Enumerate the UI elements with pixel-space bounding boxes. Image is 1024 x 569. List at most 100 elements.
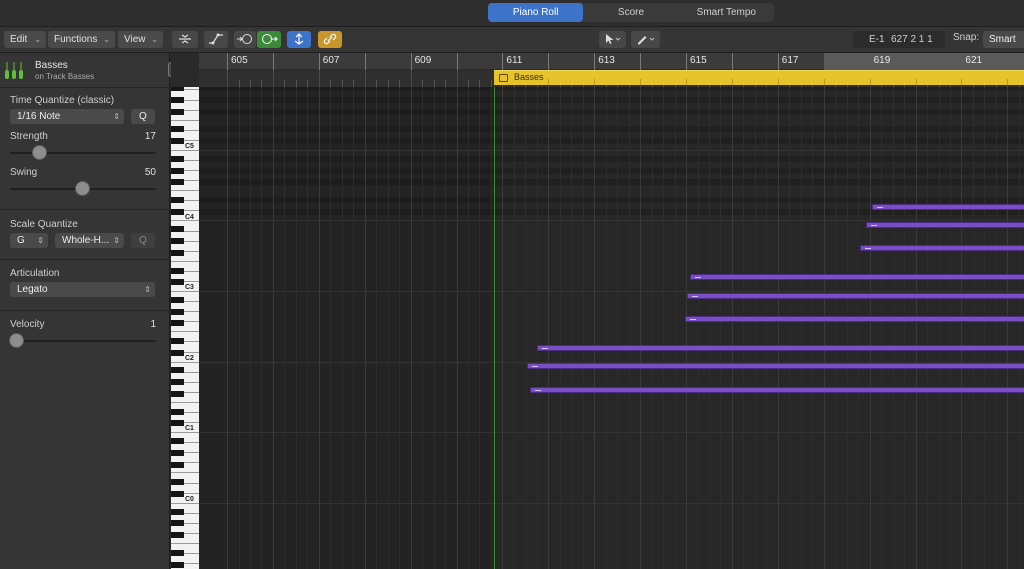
black-key[interactable] [171,208,184,215]
black-key[interactable] [171,279,184,286]
note-grid[interactable] [199,87,1024,569]
black-key[interactable] [171,296,184,303]
white-key-edge [171,331,199,333]
tab-score[interactable]: Score [583,3,678,22]
black-key[interactable] [171,196,184,203]
black-key[interactable] [171,108,184,115]
collapse-button[interactable] [172,31,198,48]
midi-note[interactable] [690,274,1024,280]
black-key[interactable] [171,308,184,315]
black-key[interactable] [171,408,184,415]
black-key[interactable] [171,449,184,456]
swing-slider-knob[interactable] [75,181,90,196]
beat-gridline [789,87,791,569]
black-key[interactable] [171,226,184,233]
black-key[interactable] [171,338,184,344]
midi-note[interactable] [687,293,1024,299]
midi-note[interactable] [685,316,1024,322]
midi-in-button[interactable] [234,31,256,48]
black-key[interactable] [171,479,184,486]
track-name: Basses [35,60,68,71]
region-bar-tick [548,79,550,85]
black-key[interactable] [171,179,184,186]
black-key[interactable] [171,267,184,274]
black-key[interactable] [171,155,184,162]
black-key[interactable] [171,561,184,568]
region-loop-icon [499,74,508,82]
midi-note[interactable] [530,387,1024,393]
black-key-row [199,196,1024,203]
beat-gridline [708,87,710,569]
pencil-tool-menu[interactable] [631,31,660,48]
tab-smart-tempo[interactable]: Smart Tempo [679,3,774,22]
midi-note[interactable] [860,245,1024,251]
black-key[interactable] [171,367,184,374]
octave-line [199,502,1024,504]
catch-playhead-button[interactable] [287,31,311,48]
black-key[interactable] [171,126,184,133]
beat-gridline [697,87,699,569]
note-velocity-mark [865,248,871,249]
black-key-row [199,108,1024,115]
strength-slider-knob[interactable] [32,145,47,160]
white-key-edge [171,361,199,363]
beat-gridline [250,87,251,569]
black-key[interactable] [171,349,184,356]
black-key[interactable] [171,532,184,539]
black-key[interactable] [171,138,184,145]
black-key-row [199,97,1024,103]
swing-label: Swing [10,167,38,178]
scale-type-select[interactable]: Whole-H... ⇕ [55,233,124,248]
black-key[interactable] [171,391,184,397]
black-key[interactable] [171,167,184,174]
black-key[interactable] [171,320,184,327]
automation-button[interactable] [204,31,228,48]
functions-menu[interactable]: Functions ⌄ [48,31,115,48]
midi-note[interactable] [537,345,1024,351]
ruler-bar-tick [410,53,412,70]
articulation-select[interactable]: Legato ⇕ [10,282,155,297]
black-key[interactable] [171,508,184,515]
bar-gridline [869,87,871,569]
midi-note[interactable] [866,222,1024,228]
black-key[interactable] [171,249,184,256]
black-key[interactable] [171,87,184,92]
snap-select[interactable]: Smart [983,31,1024,48]
note-velocity-mark [532,366,538,367]
playhead[interactable] [494,87,495,569]
black-key[interactable] [171,438,184,444]
beat-gridline [238,87,240,569]
black-key[interactable] [171,97,184,103]
time-quantize-select[interactable]: 1/16 Note ⇕ [10,109,124,124]
black-key[interactable] [171,549,184,556]
link-button[interactable] [318,31,342,48]
tab-piano-roll[interactable]: Piano Roll [488,3,584,22]
quantize-button[interactable]: Q [131,109,155,124]
edit-menu[interactable]: Edit ⌄ [4,31,46,48]
pointer-tool-menu[interactable] [599,31,626,48]
black-key[interactable] [171,379,184,386]
scale-root-select[interactable]: G ⇕ [10,233,48,248]
velocity-label: Velocity [10,319,45,330]
scale-quantize-button[interactable]: Q [131,233,155,248]
position-display[interactable]: E-1 627 2 1 1 [853,31,945,48]
region-header[interactable]: Basses [494,70,1024,85]
midi-note[interactable] [527,363,1024,369]
beat-gridline [754,87,756,569]
black-key[interactable] [171,520,184,527]
black-key[interactable] [171,461,184,468]
bar-gridline [823,87,825,569]
black-key-row [199,155,1024,162]
piano-keyboard[interactable]: C5 C4 C3 C2 C1 C0 [171,87,199,569]
midi-note[interactable] [872,204,1024,210]
midi-out-button[interactable] [257,31,281,48]
divider [0,259,170,260]
velocity-slider-track[interactable] [10,340,156,342]
view-menu[interactable]: View ⌄ [118,31,163,48]
black-key[interactable] [171,490,184,497]
velocity-slider-knob[interactable] [9,333,24,348]
black-key[interactable] [171,420,184,427]
ruler-bar-tick [640,53,642,70]
ruler-bar-tick [594,53,596,70]
black-key[interactable] [171,238,184,245]
